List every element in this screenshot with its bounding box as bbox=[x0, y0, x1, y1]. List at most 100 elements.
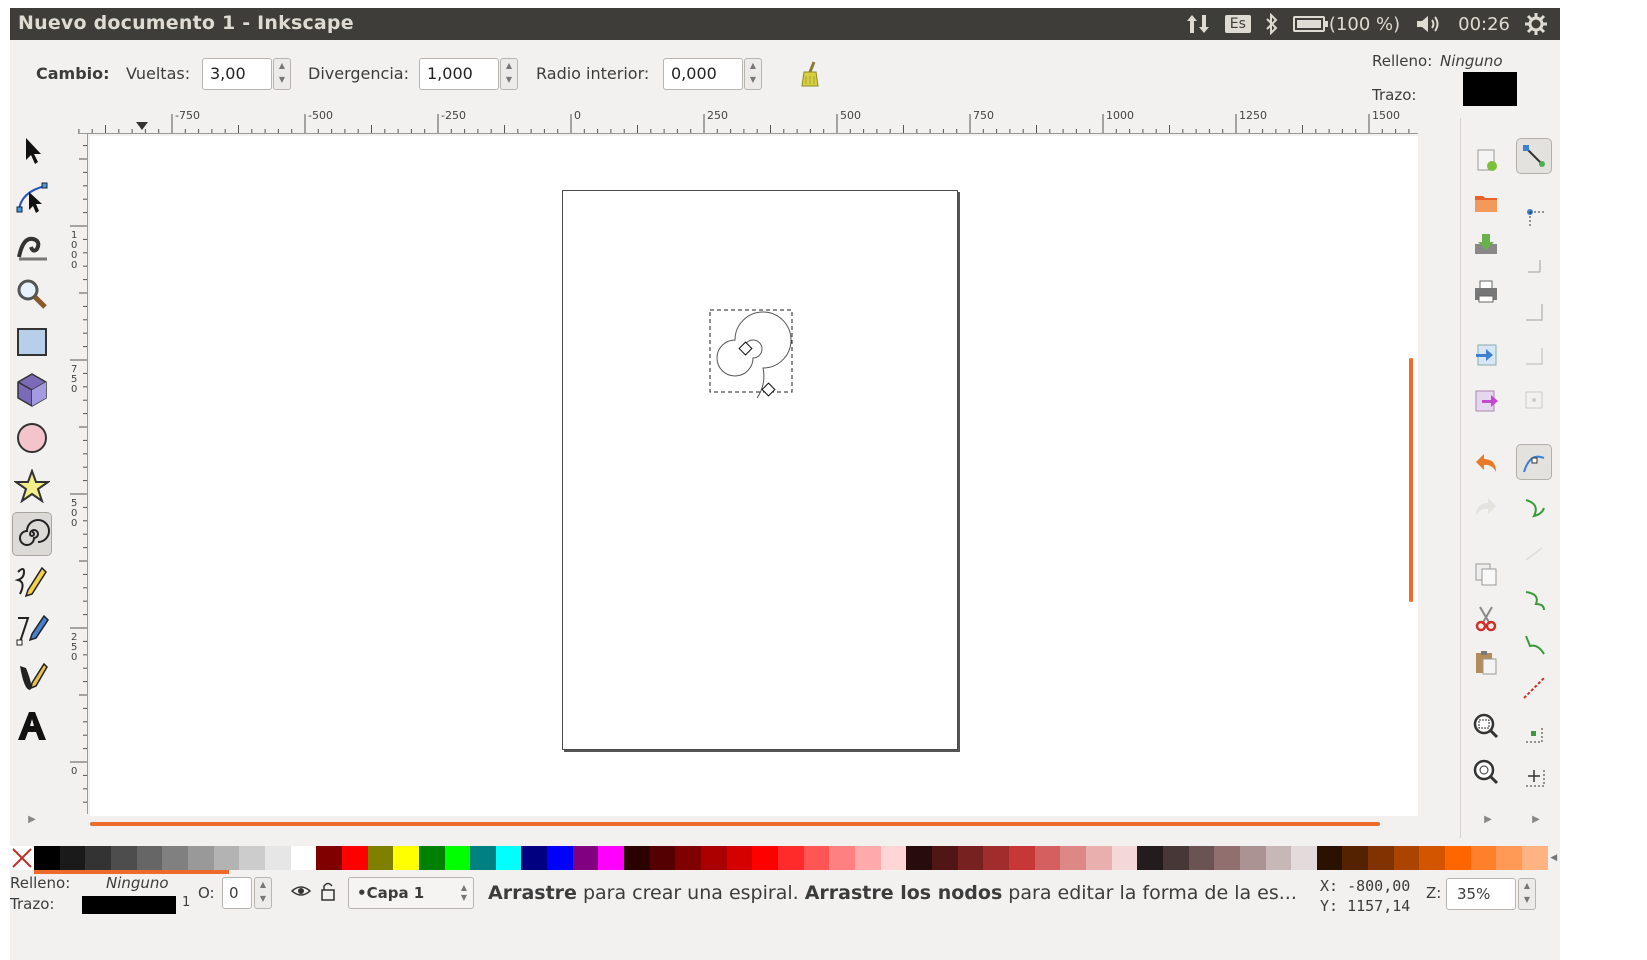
snap-bbox-midpoints-button[interactable] bbox=[1516, 338, 1552, 374]
palette-swatch[interactable] bbox=[1316, 846, 1343, 870]
palette-swatch[interactable] bbox=[1008, 846, 1035, 870]
inner-radius-spinner[interactable]: ▲ ▼ bbox=[744, 58, 762, 90]
palette-swatch[interactable] bbox=[906, 846, 932, 870]
spiral-tool[interactable] bbox=[12, 512, 52, 556]
palette-swatch[interactable] bbox=[1470, 846, 1497, 870]
snap-paths-button[interactable] bbox=[1516, 490, 1552, 526]
palette-swatch[interactable] bbox=[752, 846, 779, 870]
redo-button[interactable] bbox=[1468, 490, 1504, 526]
palette-swatch[interactable] bbox=[85, 846, 111, 870]
palette-swatch[interactable] bbox=[778, 846, 804, 870]
snap-bbox-edges-button[interactable] bbox=[1516, 248, 1552, 284]
palette-swatch[interactable] bbox=[1214, 846, 1240, 870]
status-fill-value[interactable]: Ninguno bbox=[106, 874, 169, 892]
palette-swatch[interactable] bbox=[1034, 846, 1061, 870]
snap-smooth-nodes-button[interactable] bbox=[1516, 626, 1552, 662]
status-stroke-width[interactable]: 1 bbox=[182, 895, 190, 910]
rectangle-tool[interactable] bbox=[12, 320, 52, 364]
opacity-input[interactable]: 0 bbox=[222, 877, 252, 909]
selector-tool[interactable] bbox=[12, 128, 52, 172]
palette-swatch[interactable] bbox=[1085, 846, 1112, 870]
new-document-button[interactable] bbox=[1468, 142, 1504, 178]
palette-swatch[interactable] bbox=[470, 846, 496, 870]
3d-box-tool[interactable] bbox=[12, 368, 52, 412]
open-document-button[interactable] bbox=[1468, 184, 1504, 220]
palette-swatch[interactable] bbox=[1291, 846, 1317, 870]
snap-more-arrow[interactable]: ▶ bbox=[1518, 808, 1554, 830]
text-tool[interactable] bbox=[12, 704, 52, 748]
vertical-scrollbar[interactable] bbox=[1409, 358, 1413, 602]
zoom-selection-button[interactable] bbox=[1468, 708, 1504, 744]
horizontal-ruler[interactable]: -750 -500 -250 0 250 500 750 1000 1250 1500 bbox=[78, 108, 1418, 134]
volume-icon[interactable] bbox=[1414, 13, 1444, 35]
stroke-color-swatch[interactable] bbox=[1463, 72, 1517, 106]
palette-swatch[interactable] bbox=[1393, 846, 1420, 870]
palette-swatch[interactable] bbox=[1137, 846, 1163, 870]
palette-swatch[interactable] bbox=[649, 846, 676, 870]
eye-visibility-icon[interactable] bbox=[290, 880, 312, 907]
export-button[interactable] bbox=[1468, 382, 1504, 418]
snap-toggle-button[interactable] bbox=[1516, 138, 1552, 174]
spiral-inner-handle[interactable] bbox=[738, 341, 753, 356]
clock[interactable]: 00:26 bbox=[1458, 14, 1510, 35]
palette-swatch[interactable] bbox=[931, 846, 958, 870]
palette-swatch[interactable] bbox=[444, 846, 471, 870]
horizontal-scrollbar[interactable] bbox=[90, 822, 1380, 826]
palette-swatch[interactable] bbox=[367, 846, 394, 870]
drawing-canvas[interactable] bbox=[90, 136, 1418, 816]
opacity-spinner[interactable]: ▲ ▼ bbox=[254, 877, 272, 909]
palette-swatch[interactable] bbox=[1162, 846, 1189, 870]
palette-swatch[interactable] bbox=[59, 846, 86, 870]
snap-midpoints-button[interactable] bbox=[1516, 670, 1552, 706]
snap-cusp-nodes-button[interactable] bbox=[1516, 582, 1552, 618]
save-document-button[interactable] bbox=[1468, 226, 1504, 262]
palette-swatch[interactable] bbox=[162, 846, 188, 870]
palette-swatch[interactable] bbox=[1239, 846, 1266, 870]
spiral-outer-handle[interactable] bbox=[761, 382, 776, 397]
ellipse-tool[interactable] bbox=[12, 416, 52, 460]
snap-bbox-corners-button[interactable] bbox=[1516, 294, 1552, 330]
palette-swatch[interactable] bbox=[316, 846, 342, 870]
palette-swatch[interactable] bbox=[572, 846, 599, 870]
palette-swatch[interactable] bbox=[1265, 846, 1292, 870]
divergence-spinner[interactable]: ▲ ▼ bbox=[500, 58, 518, 90]
palette-swatch[interactable] bbox=[213, 846, 240, 870]
palette-swatch[interactable] bbox=[1060, 846, 1086, 870]
node-tool[interactable] bbox=[12, 176, 52, 220]
paste-button[interactable] bbox=[1468, 644, 1504, 680]
palette-swatch[interactable] bbox=[675, 846, 702, 870]
palette-swatch[interactable] bbox=[957, 846, 984, 870]
snap-bbox-button[interactable] bbox=[1516, 198, 1552, 234]
copy-button[interactable] bbox=[1468, 556, 1504, 592]
snap-intersections-button[interactable] bbox=[1516, 536, 1552, 572]
palette-swatch[interactable] bbox=[264, 846, 291, 870]
undo-button[interactable] bbox=[1468, 446, 1504, 482]
network-updown-icon[interactable] bbox=[1185, 13, 1211, 35]
snap-object-centers-button[interactable] bbox=[1516, 716, 1552, 752]
no-paint-swatch[interactable] bbox=[10, 846, 34, 870]
palette-swatch[interactable] bbox=[1111, 846, 1138, 870]
commands-more-arrow[interactable]: ▶ bbox=[1470, 808, 1506, 830]
divergence-input[interactable]: 1,000 bbox=[419, 58, 499, 90]
star-tool[interactable] bbox=[12, 464, 52, 508]
palette-swatch[interactable] bbox=[855, 846, 881, 870]
palette-swatch[interactable] bbox=[110, 846, 137, 870]
palette-swatch[interactable] bbox=[393, 846, 419, 870]
palette-swatch[interactable] bbox=[624, 846, 650, 870]
palette-swatch[interactable] bbox=[1368, 846, 1394, 870]
palette-swatch[interactable] bbox=[239, 846, 265, 870]
palette-swatch[interactable] bbox=[1445, 846, 1471, 870]
palette-swatch[interactable] bbox=[598, 846, 625, 870]
palette-swatch[interactable] bbox=[1342, 846, 1369, 870]
calligraphy-tool[interactable] bbox=[12, 656, 52, 700]
palette-swatch[interactable] bbox=[290, 846, 317, 870]
palette-swatch[interactable] bbox=[1522, 846, 1548, 870]
cut-button[interactable] bbox=[1468, 600, 1504, 636]
snap-page-border-button[interactable] bbox=[1516, 760, 1552, 796]
spiral-object[interactable] bbox=[716, 311, 792, 399]
palette-swatch[interactable] bbox=[726, 846, 753, 870]
snap-bbox-centers-button[interactable] bbox=[1516, 382, 1552, 418]
battery-icon[interactable]: (100 %) bbox=[1292, 14, 1400, 35]
palette-swatch[interactable] bbox=[418, 846, 445, 870]
import-button[interactable] bbox=[1468, 336, 1504, 372]
